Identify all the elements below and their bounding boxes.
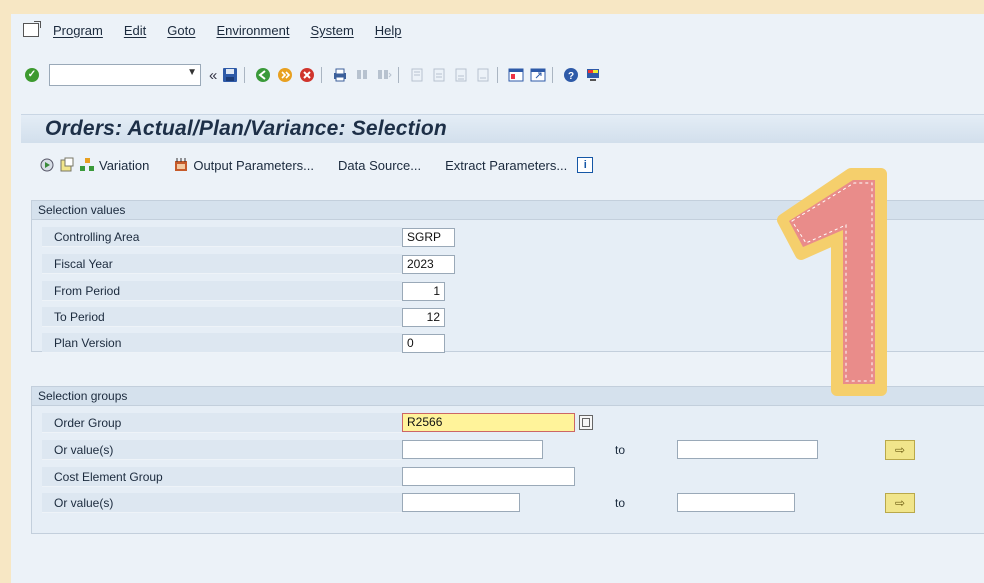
sap-window: Program Edit Goto Environment System Hel… [11, 14, 984, 583]
step-number-annotation: 1 [11, 14, 887, 396]
step-number-text: 1 [11, 14, 12, 15]
